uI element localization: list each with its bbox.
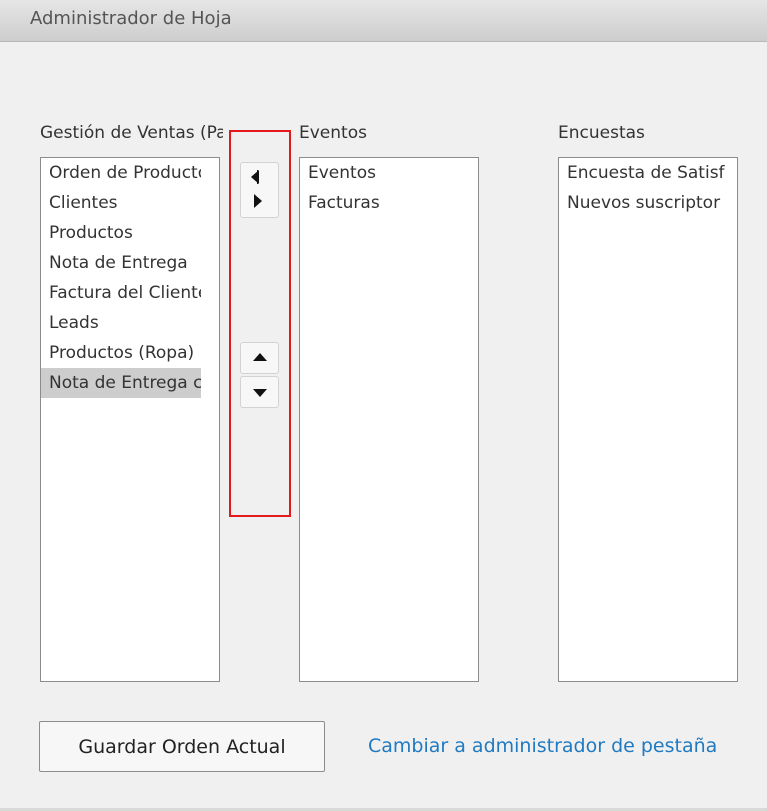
- list-item[interactable]: Leads: [41, 308, 201, 338]
- column-header-encuestas: Encuestas: [558, 123, 645, 143]
- list-item[interactable]: Orden de Producto: [41, 158, 201, 188]
- window-titlebar: Administrador de Hoja: [0, 0, 767, 42]
- list-item[interactable]: Productos: [41, 218, 201, 248]
- list-item[interactable]: Encuesta de Satisf: [559, 158, 737, 188]
- window-title: Administrador de Hoja: [30, 8, 232, 29]
- list-item[interactable]: Clientes: [41, 188, 201, 218]
- save-order-button[interactable]: Guardar Orden Actual: [39, 721, 325, 772]
- list-item[interactable]: Nota de Entrega: [41, 248, 201, 278]
- switch-to-tab-manager-link[interactable]: Cambiar a administrador de pestaña: [368, 735, 717, 757]
- sheet-list-encuestas[interactable]: Encuesta de Satisf Nuevos suscriptor: [558, 157, 738, 682]
- column-header-ventas: Gestión de Ventas (Pa: [40, 123, 223, 143]
- list-item-selected[interactable]: Nota de Entrega co: [41, 368, 201, 398]
- highlight-box: [229, 130, 291, 517]
- list-item[interactable]: Factura del Cliente: [41, 278, 201, 308]
- list-item[interactable]: Eventos: [300, 158, 478, 188]
- list-item[interactable]: Facturas: [300, 188, 478, 218]
- sheet-list-eventos[interactable]: Eventos Facturas: [299, 157, 479, 682]
- list-item[interactable]: Productos (Ropa): [41, 338, 201, 368]
- list-item[interactable]: Nuevos suscriptor: [559, 188, 737, 218]
- sheet-list-ventas[interactable]: Orden de Producto Clientes Productos Not…: [40, 157, 220, 682]
- column-header-eventos: Eventos: [299, 123, 367, 143]
